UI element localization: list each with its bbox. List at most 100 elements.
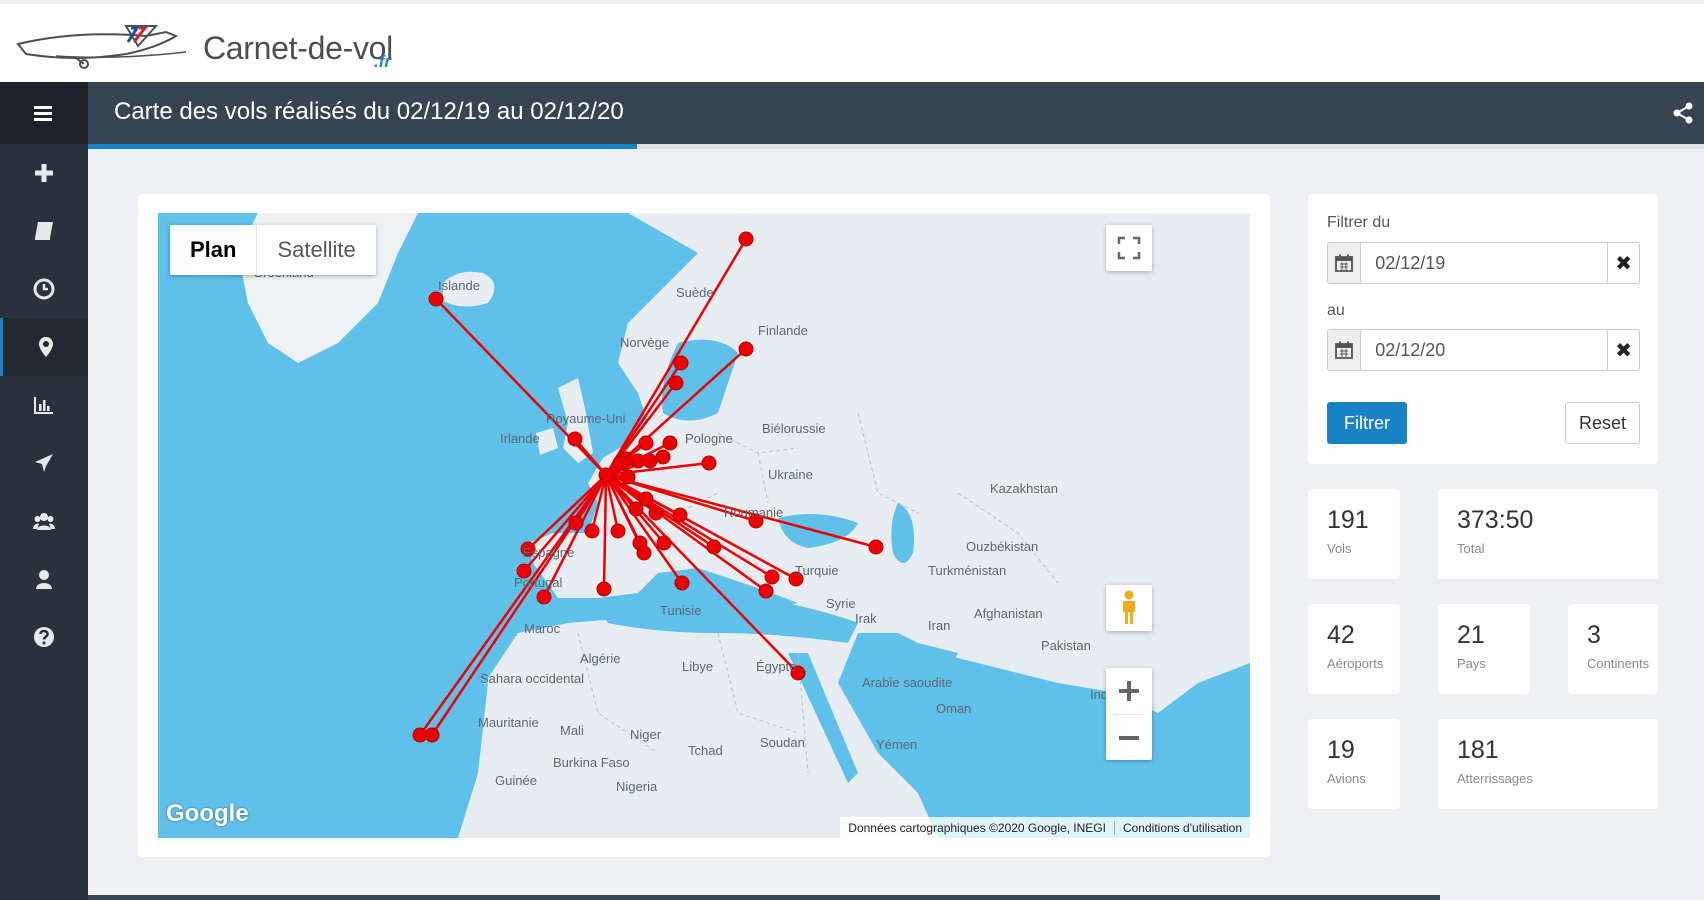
airport-marker — [656, 535, 672, 551]
stat-value: 3 — [1587, 621, 1601, 649]
date-filter-panel: Filtrer du ✖ au ✖ Filtrer Reset — [1308, 194, 1658, 464]
filter-to-clear-button[interactable]: ✖ — [1607, 330, 1639, 370]
logo-text: Carnet-de-vol — [203, 30, 393, 66]
filter-button[interactable]: Filtrer — [1327, 402, 1407, 444]
sidebar-item-profile[interactable] — [0, 550, 88, 608]
map-label: Mauritanie — [478, 715, 539, 730]
sidebar-item-crew[interactable] — [0, 492, 88, 550]
map-label: Iran — [928, 618, 951, 633]
stat-value: 42 — [1327, 621, 1355, 649]
user-icon — [36, 570, 52, 589]
plane-icon — [35, 454, 53, 472]
stat-value: 21 — [1457, 621, 1485, 649]
map-label: Yémen — [876, 737, 918, 752]
map-type-satellite-button[interactable]: Satellite — [257, 225, 375, 275]
fullscreen-button[interactable] — [1106, 225, 1152, 271]
stat-card-continents: 3 Continents — [1568, 604, 1658, 694]
zoom-in-button[interactable] — [1118, 668, 1140, 714]
sidebar-item-aircraft[interactable] — [0, 434, 88, 492]
map-label: Pologne — [685, 431, 733, 446]
stat-card-aircraft: 19 Avions — [1308, 719, 1400, 809]
map-label: Islande — [438, 278, 480, 293]
share-icon[interactable] — [1672, 102, 1694, 124]
airport-marker — [642, 453, 658, 469]
calendar-icon[interactable] — [1328, 243, 1362, 283]
airport-marker — [584, 523, 600, 539]
sidebar-item-history[interactable] — [0, 260, 88, 318]
sidebar-menu-toggle[interactable] — [0, 82, 88, 144]
filter-to-label: au — [1327, 302, 1345, 319]
stat-value: 373:50 — [1457, 506, 1534, 534]
airport-marker — [612, 455, 628, 471]
airport-marker — [673, 355, 689, 371]
flight-map[interactable]: GroenlandIslandeSuèdeFinlandeNorvègeRoya… — [158, 213, 1250, 838]
map-attribution: Données cartographiques ©2020 Google, IN… — [840, 817, 1250, 838]
street-view-pegman-button[interactable] — [1106, 585, 1152, 631]
airport-marker — [596, 581, 612, 597]
sidebar-item-help[interactable] — [0, 608, 88, 666]
flight-route-line — [605, 473, 767, 593]
airport-marker — [655, 449, 671, 465]
top-header: Carnet-de-vol .fr — [0, 0, 1704, 82]
stat-card-total-time: 373:50 Total — [1438, 489, 1658, 579]
map-label: Nigeria — [616, 779, 658, 794]
minus-icon — [1119, 735, 1139, 740]
map-label: Tchad — [688, 743, 723, 758]
airport-marker — [428, 291, 444, 307]
google-logo: Google — [166, 800, 249, 827]
map-label: Algérie — [580, 651, 621, 666]
map-label: Turkménistan — [928, 563, 1007, 578]
airport-marker — [738, 231, 754, 247]
bottom-bar — [88, 895, 1440, 900]
filter-from-clear-button[interactable]: ✖ — [1607, 243, 1639, 283]
map-label: Maroc — [524, 621, 561, 636]
stat-label: Pays — [1457, 656, 1486, 671]
airport-marker — [636, 545, 652, 561]
calendar-icon[interactable] — [1328, 330, 1362, 370]
airport-marker — [662, 435, 678, 451]
map-label: Pakistan — [1041, 638, 1091, 653]
stat-value: 191 — [1327, 506, 1369, 534]
sidebar-item-add[interactable] — [0, 144, 88, 202]
filter-to-input[interactable] — [1361, 330, 1608, 370]
map-label: Finlande — [758, 323, 808, 338]
map-marker-icon — [38, 337, 53, 357]
map-label: Roumanie — [724, 505, 784, 520]
users-icon — [33, 513, 55, 530]
sidebar-item-map[interactable] — [0, 318, 88, 376]
question-icon — [34, 627, 54, 647]
map-label: Kazakhstan — [990, 481, 1058, 496]
map-label: Sahara occidental — [480, 671, 585, 686]
stat-card-airports: 42 Aéroports — [1308, 604, 1400, 694]
filter-from-input[interactable] — [1361, 243, 1608, 283]
plus-icon — [35, 164, 53, 182]
airport-marker — [536, 589, 552, 605]
map-label: Tunisie — [660, 603, 702, 618]
map-label: Mali — [560, 723, 584, 738]
zoom-control — [1106, 668, 1152, 760]
stat-label: Atterrissages — [1457, 771, 1533, 786]
map-label: Turquie — [795, 563, 839, 578]
map-label: Niger — [630, 727, 662, 742]
stat-card-landings: 181 Atterrissages — [1438, 719, 1658, 809]
sidebar-item-logbook[interactable] — [0, 202, 88, 260]
map-data-credit: Données cartographiques ©2020 Google, IN… — [848, 820, 1106, 835]
sidebar-item-stats[interactable] — [0, 376, 88, 434]
airport-marker — [598, 467, 614, 483]
stat-label: Vols — [1327, 541, 1352, 556]
stat-value: 181 — [1457, 736, 1499, 764]
map-type-plan-button[interactable]: Plan — [170, 225, 258, 275]
bar-chart-icon — [34, 397, 53, 414]
map-label: Libye — [682, 659, 714, 674]
stat-card-flights: 191 Vols — [1308, 489, 1400, 579]
zoom-out-button[interactable] — [1118, 715, 1140, 760]
reset-button[interactable]: Reset — [1565, 402, 1640, 444]
terms-link[interactable]: Conditions d'utilisation — [1113, 820, 1250, 835]
stat-label: Avions — [1327, 771, 1366, 786]
stat-label: Continents — [1587, 656, 1650, 671]
airport-marker — [668, 375, 684, 391]
flight-route-line — [602, 474, 608, 590]
airport-marker — [638, 435, 654, 451]
stat-label: Total — [1457, 541, 1485, 556]
stat-card-countries: 21 Pays — [1438, 604, 1530, 694]
